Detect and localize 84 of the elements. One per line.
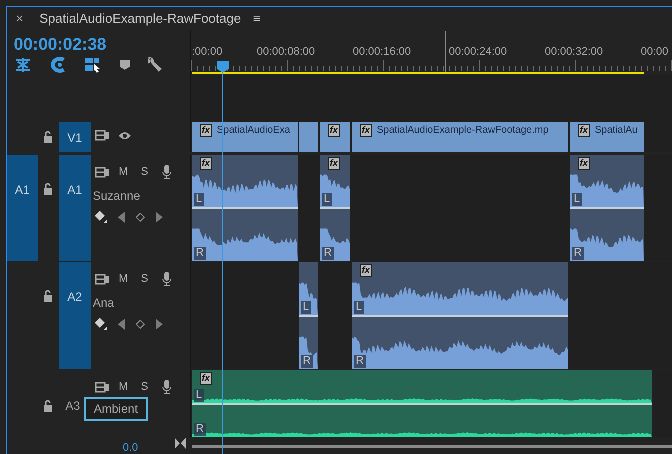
add-keyframe-icon[interactable] — [95, 318, 107, 330]
mute-button[interactable]: M — [119, 166, 128, 178]
selection-cursor-icon[interactable] — [84, 57, 102, 73]
unlocked-padlock-icon[interactable] — [43, 131, 53, 143]
channel-label: L — [322, 193, 332, 206]
close-button[interactable]: × — [16, 12, 24, 25]
eye-icon[interactable] — [118, 130, 132, 140]
video-clip[interactable]: fx — [320, 122, 350, 152]
ruler-label: 00:00:32:00 — [545, 45, 604, 60]
channel-label: R — [322, 247, 334, 260]
audio-clip[interactable]: fx L R — [352, 262, 568, 369]
fx-badge: fx — [578, 157, 590, 170]
track-target[interactable]: V1 — [59, 122, 91, 152]
track-name: Suzanne — [93, 188, 140, 205]
video-clip[interactable]: fx SpatialAudioExa — [192, 122, 298, 152]
ruler-label: 00:00 — [641, 45, 669, 60]
volume-value[interactable]: 0.0 — [123, 440, 138, 454]
scroll-bar[interactable] — [192, 445, 672, 448]
channel-label: L — [301, 300, 312, 314]
fx-badge: fx — [200, 372, 212, 385]
ruler-label: :00:00 — [192, 45, 223, 60]
keyframe-icon — [136, 320, 145, 328]
ruler-label: 00:00:24:00 — [449, 45, 508, 60]
video-clip[interactable] — [299, 122, 318, 152]
track-target[interactable]: A2 — [59, 262, 91, 369]
mute-button[interactable]: M — [119, 274, 128, 284]
channel-label: L — [354, 300, 364, 314]
channel-label: R — [194, 247, 206, 260]
marker-icon[interactable] — [119, 59, 131, 71]
clip-name: SpatialAudioExample-RawFootage.mp — [377, 124, 549, 138]
next-keyframe-icon[interactable] — [156, 212, 163, 222]
sync-lock-icon[interactable] — [95, 274, 110, 284]
solo-button[interactable]: S — [137, 166, 149, 178]
source-patch[interactable]: A1 — [7, 155, 38, 261]
previous-keyframe-icon[interactable] — [118, 212, 125, 222]
channel-label: R — [194, 423, 206, 436]
keyframe-icon — [136, 212, 145, 222]
ruler-label: 00:00:16:00 — [353, 45, 412, 60]
channel-label: L — [194, 388, 204, 402]
wrench-icon[interactable] — [148, 57, 164, 73]
fx-badge: fx — [328, 157, 340, 170]
time-ruler[interactable]: :00:00 00:00:08:00 00:00:16:00 00:00:24:00 00:00:32:00 00:00 — [190, 30, 672, 75]
fx-badge: fx — [360, 264, 372, 277]
fx-badge: fx — [328, 124, 340, 137]
audio-clip[interactable]: fx L R — [570, 155, 644, 261]
channel-label: L — [194, 193, 204, 206]
fx-badge: fx — [360, 124, 372, 137]
previous-keyframe-icon[interactable] — [118, 318, 125, 330]
clip-name: SpatialAudioExa — [217, 124, 290, 138]
video-clip[interactable]: fx SpatialAu — [570, 122, 644, 152]
unlocked-padlock-icon[interactable] — [43, 400, 53, 412]
snap-icon[interactable] — [14, 57, 32, 73]
track-name: Ana — [93, 295, 114, 312]
menu-button[interactable]: ≡ — [253, 12, 261, 25]
magnet-icon[interactable] — [49, 57, 67, 73]
panel-title: SpatialAudioExample-RawFootage — [38, 10, 242, 28]
channel-label: R — [354, 355, 366, 368]
sync-lock-icon[interactable] — [95, 166, 110, 178]
unlocked-padlock-icon[interactable] — [43, 290, 53, 302]
fx-badge: fx — [578, 124, 590, 137]
track-name-field[interactable]: Ambient — [84, 397, 148, 421]
audio-clip[interactable]: fx L R — [320, 155, 350, 261]
track-target[interactable]: A1 — [59, 155, 91, 261]
audio-clip[interactable]: L R — [299, 262, 318, 369]
fx-badge: fx — [200, 124, 212, 137]
track-target[interactable]: A3 — [63, 397, 83, 415]
sync-lock-icon[interactable] — [95, 382, 110, 392]
audio-clip[interactable]: fx L R — [192, 370, 652, 437]
channel-label: L — [572, 193, 582, 206]
timecode[interactable]: 00:00:02:38 — [14, 32, 107, 58]
ruler-label: 00:00:08:00 — [257, 45, 316, 60]
solo-button[interactable]: S — [137, 274, 149, 284]
sync-lock-icon[interactable] — [95, 130, 110, 141]
add-keyframe-icon[interactable] — [95, 211, 107, 223]
audio-clip[interactable]: fx L R — [192, 155, 298, 261]
mute-button[interactable]: M — [119, 382, 128, 392]
video-clip[interactable]: fx SpatialAudioExample-RawFootage.mp — [352, 122, 568, 152]
unlocked-padlock-icon[interactable] — [43, 183, 53, 195]
channel-label: R — [301, 355, 313, 368]
next-keyframe-icon[interactable] — [156, 318, 163, 330]
clip-name: SpatialAu — [595, 124, 638, 138]
fx-badge: fx — [200, 157, 212, 170]
channel-label: R — [572, 247, 584, 260]
solo-button[interactable]: S — [137, 382, 149, 392]
